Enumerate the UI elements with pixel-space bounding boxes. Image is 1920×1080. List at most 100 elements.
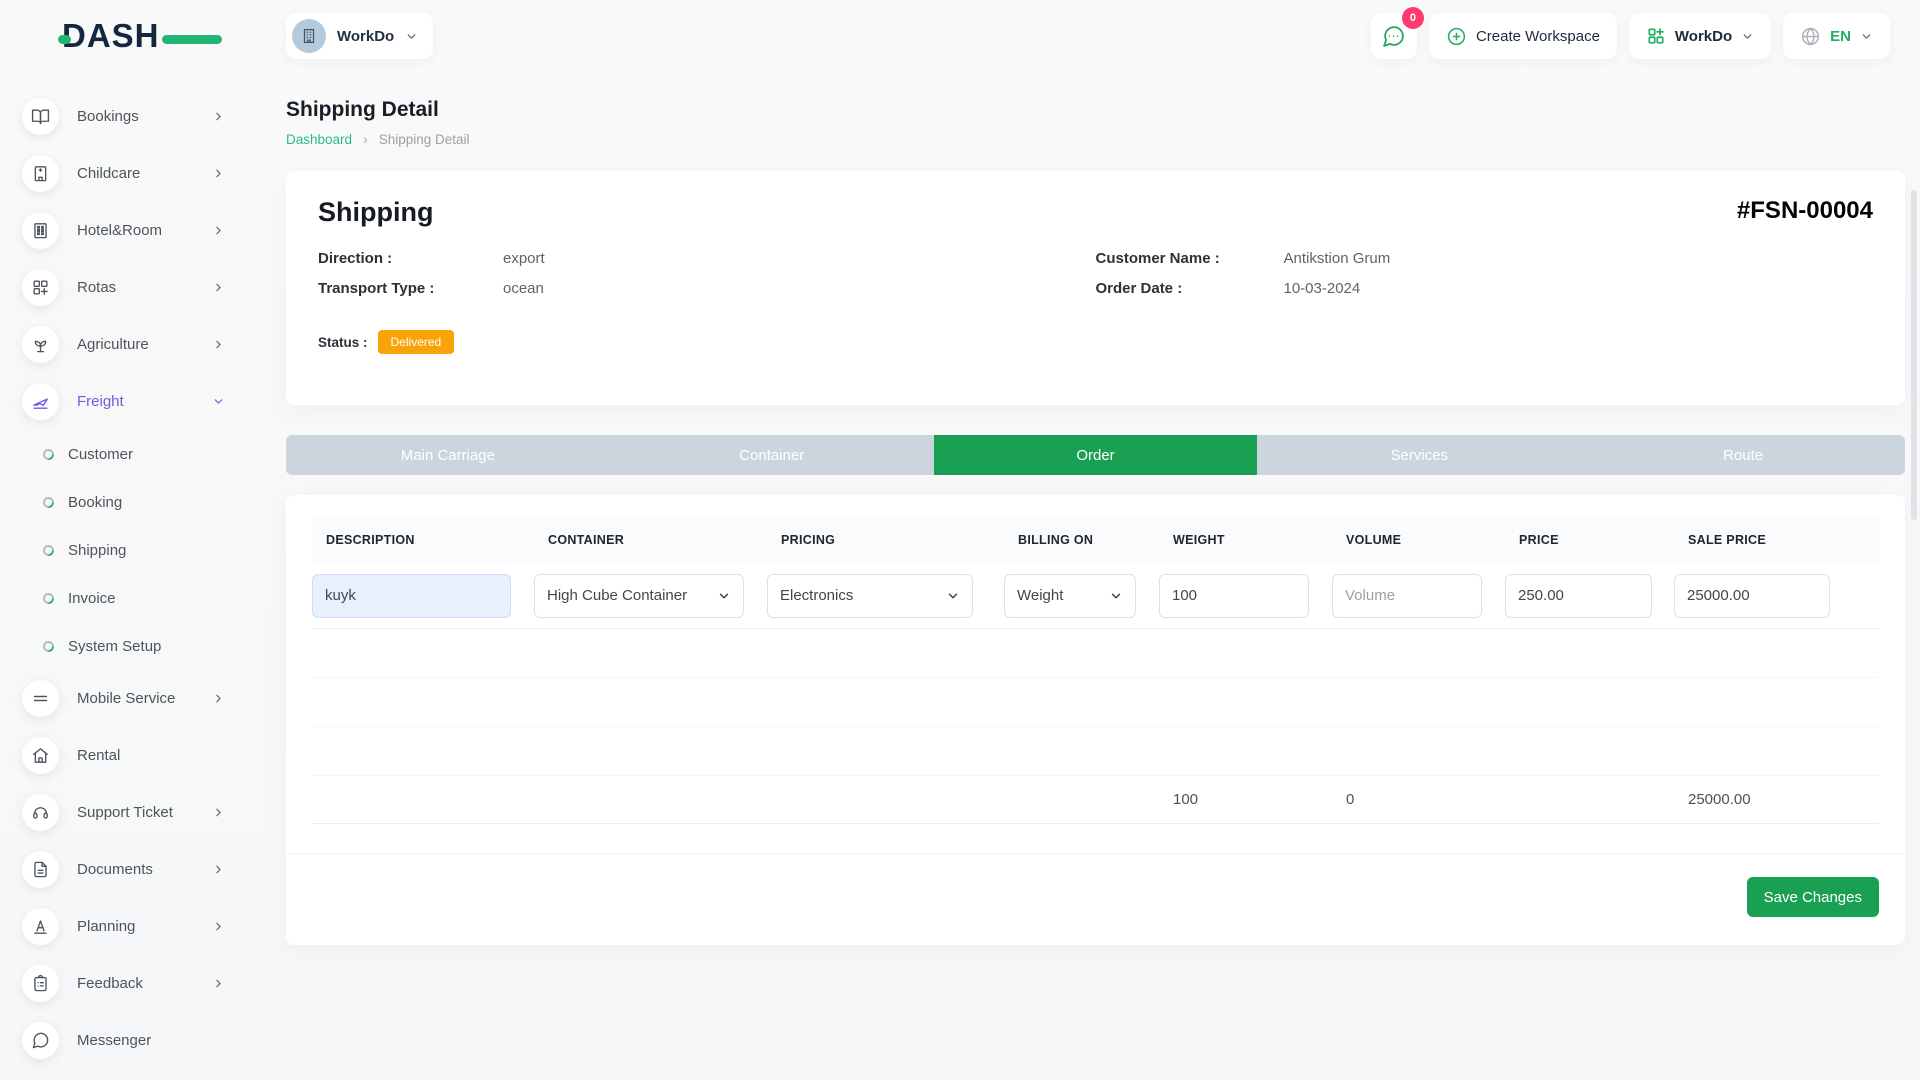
container-select-value: High Cube Container	[547, 587, 687, 604]
order-table-header: DESCRIPTION CONTAINER PRICING BILLING ON…	[312, 517, 1879, 563]
sidebar-item-messenger[interactable]: Messenger	[0, 1012, 286, 1069]
description-input[interactable]	[312, 574, 511, 618]
sidebar-item-label: Support Ticket	[77, 804, 173, 821]
workspace-selector[interactable]: WorkDo	[286, 13, 433, 59]
sidebar-item-label: Childcare	[77, 165, 140, 182]
billing-on-select[interactable]: Weight	[1004, 574, 1136, 618]
grid-plus-icon	[22, 269, 59, 306]
col-pricing: PRICING	[767, 533, 1004, 547]
breadcrumb: Dashboard › Shipping Detail	[286, 131, 1905, 147]
transport-type-value: ocean	[503, 274, 544, 304]
sidebar-item-hospital[interactable]: Hospital	[0, 1069, 286, 1080]
sidebar-nav: Bookings Childcare Hotel&Room Rotas Agri…	[0, 72, 286, 1080]
chevron-right-icon	[212, 692, 225, 705]
chevron-down-icon	[946, 589, 960, 603]
workspace-avatar-icon	[292, 19, 326, 53]
menu-lines-icon	[22, 680, 59, 717]
language-selector[interactable]: EN	[1783, 13, 1890, 59]
workdo-menu-button[interactable]: WorkDo	[1629, 13, 1771, 59]
freight-plane-icon	[22, 383, 59, 420]
order-date-value: 10-03-2024	[1284, 274, 1361, 304]
chevron-down-icon	[1109, 589, 1123, 603]
grid-plus-icon	[1646, 26, 1666, 46]
language-code: EN	[1830, 28, 1851, 45]
volume-input[interactable]	[1332, 574, 1482, 618]
planning-icon	[22, 908, 59, 945]
hotel-building-icon	[22, 212, 59, 249]
empty-row	[312, 629, 1879, 678]
bullet-ring-icon	[41, 638, 57, 654]
breadcrumb-dashboard-link[interactable]: Dashboard	[286, 132, 352, 147]
tab-main-carriage[interactable]: Main Carriage	[286, 435, 610, 475]
sidebar-subitem-invoice[interactable]: Invoice	[0, 574, 286, 622]
sidebar-item-childcare[interactable]: Childcare	[0, 145, 286, 202]
sidebar-item-hotel-room[interactable]: Hotel&Room	[0, 202, 286, 259]
total-weight: 100	[1159, 791, 1332, 808]
sidebar-item-support-ticket[interactable]: Support Ticket	[0, 784, 286, 841]
tab-container[interactable]: Container	[610, 435, 934, 475]
sidebar-subitem-customer[interactable]: Customer	[0, 430, 286, 478]
book-open-icon	[22, 98, 59, 135]
sidebar-item-bookings[interactable]: Bookings	[0, 88, 286, 145]
sidebar-item-label: Feedback	[77, 975, 143, 992]
billing-on-select-value: Weight	[1017, 587, 1063, 604]
sidebar-subitem-booking[interactable]: Booking	[0, 478, 286, 526]
sidebar-item-mobile-service[interactable]: Mobile Service	[0, 670, 286, 727]
footer-divider	[286, 853, 1905, 854]
col-container: CONTAINER	[534, 533, 767, 547]
chevron-down-icon	[1741, 30, 1754, 43]
save-changes-button[interactable]: Save Changes	[1747, 877, 1879, 917]
col-sale-price: SALE PRICE	[1674, 533, 1879, 547]
sidebar-subitem-label: Invoice	[68, 590, 116, 607]
customer-name-label: Customer Name :	[1096, 244, 1284, 274]
tab-order[interactable]: Order	[934, 435, 1258, 475]
totals-row: 100 0 25000.00	[312, 776, 1879, 824]
page-scrollbar[interactable]	[1911, 190, 1917, 520]
sale-price-input[interactable]	[1674, 574, 1830, 618]
direction-value: export	[503, 244, 545, 274]
chat-bubble-icon	[22, 1022, 59, 1059]
sidebar-item-rotas[interactable]: Rotas	[0, 259, 286, 316]
sidebar-subitem-label: Shipping	[68, 542, 126, 559]
logo-accent-bar	[162, 35, 222, 44]
messages-button[interactable]: 0	[1371, 13, 1417, 59]
chevron-right-icon	[212, 224, 225, 237]
total-volume: 0	[1332, 791, 1505, 808]
weight-input[interactable]	[1159, 574, 1309, 618]
price-input[interactable]	[1505, 574, 1652, 618]
shipping-tabs: Main Carriage Container Order Services R…	[286, 435, 1905, 475]
sidebar-item-label: Freight	[77, 393, 124, 410]
col-billing-on: BILLING ON	[1004, 533, 1159, 547]
sidebar-item-label: Documents	[77, 861, 153, 878]
total-sale-price: 25000.00	[1674, 791, 1879, 808]
chat-bubble-icon	[1381, 24, 1406, 49]
create-workspace-button[interactable]: Create Workspace	[1429, 13, 1617, 59]
app-logo[interactable]: DASH	[62, 17, 202, 55]
sidebar-subitem-shipping[interactable]: Shipping	[0, 526, 286, 574]
sidebar-subitem-system-setup[interactable]: System Setup	[0, 622, 286, 670]
chevron-right-icon	[212, 338, 225, 351]
order-date-label: Order Date :	[1096, 274, 1284, 304]
tab-route[interactable]: Route	[1581, 435, 1905, 475]
container-select[interactable]: High Cube Container	[534, 574, 744, 618]
sidebar-item-planning[interactable]: Planning	[0, 898, 286, 955]
customer-name-value: Antikstion Grum	[1284, 244, 1391, 274]
breadcrumb-current: Shipping Detail	[379, 132, 470, 147]
sidebar-item-agriculture[interactable]: Agriculture	[0, 316, 286, 373]
sidebar-subitem-label: Customer	[68, 446, 133, 463]
sidebar-item-documents[interactable]: Documents	[0, 841, 286, 898]
top-header: DASH WorkDo 0 Create Wo	[0, 0, 1920, 72]
pricing-select[interactable]: Electronics	[767, 574, 973, 618]
bullet-ring-icon	[41, 542, 57, 558]
chevron-right-icon	[212, 920, 225, 933]
sidebar-item-rental[interactable]: Rental	[0, 727, 286, 784]
workdo-menu-label: WorkDo	[1675, 28, 1732, 45]
headset-icon	[22, 794, 59, 831]
chevron-down-icon	[405, 30, 418, 43]
fields-left-column: Direction : export Transport Type : ocea…	[318, 244, 1096, 354]
tab-services[interactable]: Services	[1257, 435, 1581, 475]
sidebar-item-freight[interactable]: Freight	[0, 373, 286, 430]
sidebar-item-feedback[interactable]: Feedback	[0, 955, 286, 1012]
chevron-separator-icon: ›	[363, 131, 368, 147]
header-actions: 0 Create Workspace WorkDo	[1371, 13, 1890, 59]
